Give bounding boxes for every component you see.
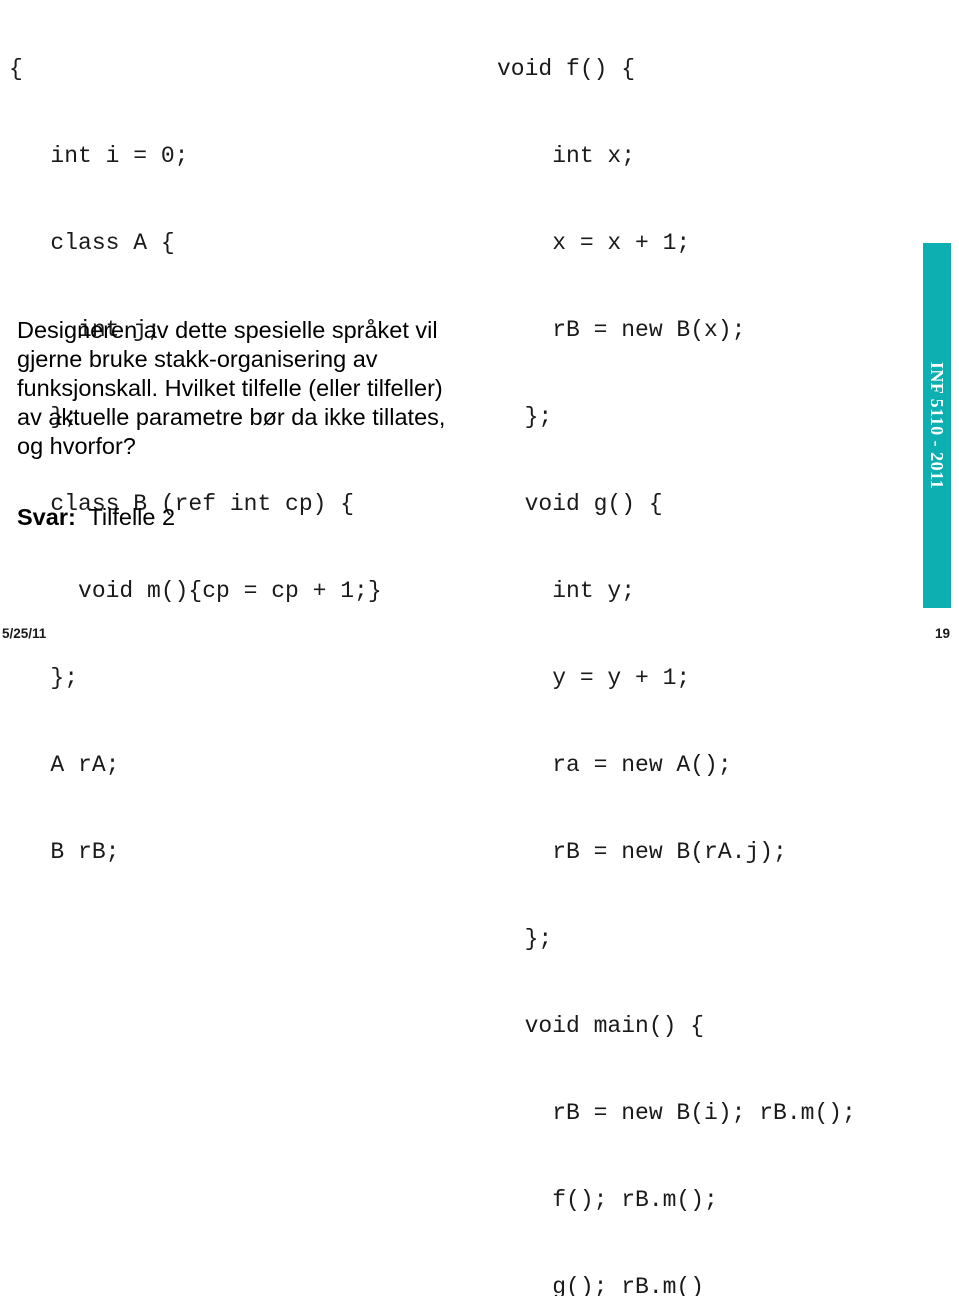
code-line: class A { [9,230,175,256]
answer-value: Tilfelle 2 [75,504,176,530]
code-line: int i = 0; [9,143,189,169]
answer-label: Svar: [17,504,76,530]
code-line: y = y + 1; [497,665,691,691]
code-line: void m(){cp = cp + 1;} [9,578,382,604]
code-line: }; [497,404,553,430]
code-line: void main() { [497,1013,705,1039]
code-line: rB = new B(rA.j); [497,839,787,865]
code-line: void g() { [497,491,663,517]
question-line: Designeren av dette spesielle språket vi… [17,317,438,343]
left-code-listing: { int i = 0; class A { int j; }; class B… [9,0,382,925]
code-line: }; [497,926,553,952]
question-paragraph: Designeren av dette spesielle språket vi… [17,316,472,461]
code-line: }; [9,665,79,691]
code-line: A rA; [9,752,120,778]
code-line: int y; [497,578,636,604]
code-line: x = x + 1; [497,230,691,256]
code-line: void f() { [497,56,636,82]
answer-row: Svar: Tilfelle 2 [17,503,175,532]
code-line: g(); rB.m() [497,1274,705,1296]
code-line: { [9,56,23,82]
slide-canvas: { int i = 0; class A { int j; }; class B… [0,0,959,1296]
code-line: ra = new A(); [497,752,732,778]
question-line: funksjonskall. Hvilket tilfelle (eller t… [17,375,443,401]
code-line: rB = new B(i); rB.m(); [497,1100,856,1126]
code-line: f(); rB.m(); [497,1187,718,1213]
course-side-bar-label: INF 5110 - 2011 [927,361,947,490]
code-line: int x; [497,143,636,169]
course-side-bar: INF 5110 - 2011 [923,243,951,608]
right-code-listing: void f() { int x; x = x + 1; rB = new B(… [497,0,856,1296]
code-line: rB = new B(x); [497,317,746,343]
question-line: gjerne bruke stakk-organisering av [17,346,378,372]
question-line: og hvorfor? [17,433,136,459]
footer-page-number: 19 [934,626,950,641]
code-line: B rB; [9,839,120,865]
question-line: av aktuelle parametre bør da ikke tillat… [17,404,446,430]
footer-date: 5/25/11 [2,626,47,641]
